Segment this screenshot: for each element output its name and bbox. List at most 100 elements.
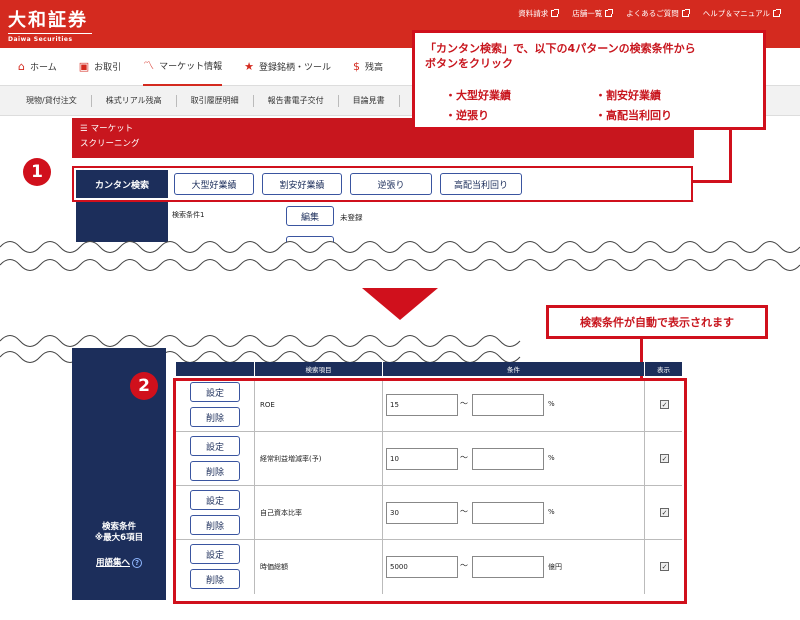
home-icon: ⌂: [18, 60, 25, 73]
easy-search-row: カンタン検索 大型好業績 割安好業績 逆張り 高配当利回り: [72, 166, 694, 202]
delete-button[interactable]: 削除: [190, 461, 240, 481]
toplink-faq[interactable]: よくあるご質問: [626, 8, 690, 19]
callout-item: ・大型好業績: [445, 89, 511, 102]
set-button[interactable]: 設定: [190, 544, 240, 564]
cell-divider: [254, 486, 255, 540]
callout-item: ・高配当利回り: [595, 109, 672, 122]
header-cell: [176, 362, 254, 376]
nav-registered[interactable]: ★ 登録銘柄・ツール: [244, 48, 331, 86]
unit-label: %: [548, 508, 555, 516]
callout-list: ・大型好業績 ・割安好業績 ・逆張り ・高配当利回り: [445, 87, 745, 123]
nav-market[interactable]: 〽マーケット情報: [143, 48, 223, 86]
set-button[interactable]: 設定: [190, 436, 240, 456]
min-input[interactable]: 15: [386, 394, 458, 416]
external-link-icon: [605, 9, 614, 17]
toplink-help[interactable]: ヘルプ＆マニュアル: [703, 8, 781, 19]
subnav-history[interactable]: 取引履歴明細: [177, 94, 254, 107]
toplink-label: 資料請求: [518, 9, 549, 18]
logo-sub: Daiwa Securities: [8, 33, 92, 43]
preset-high-dividend-button[interactable]: 高配当利回り: [440, 173, 522, 195]
status-text: 未登録: [340, 213, 363, 222]
unit-label: 億円: [548, 563, 562, 571]
help-icon[interactable]: ?: [132, 558, 142, 568]
callout-connector: [693, 180, 732, 183]
step-badge-1: 1: [23, 158, 51, 186]
preset-undervalued-button[interactable]: 割安好業績: [262, 173, 342, 195]
top-links: 資料請求 店舗一覧 よくあるご質問 ヘルプ＆マニュアル: [518, 8, 781, 19]
header-cell: 条件: [382, 362, 644, 376]
edit-button[interactable]: 編集: [286, 206, 334, 226]
step-badge-2: 2: [130, 372, 158, 400]
range-tilde: 〜: [460, 453, 468, 462]
breadcrumb: マーケット: [90, 124, 134, 134]
max-input[interactable]: [472, 556, 544, 578]
max-input[interactable]: [472, 394, 544, 416]
preset-large-cap-button[interactable]: 大型好業績: [174, 173, 254, 195]
delete-button[interactable]: 削除: [190, 515, 240, 535]
subnav-prospectus[interactable]: 目論見書: [339, 94, 400, 107]
down-arrow-icon: [362, 288, 438, 320]
table-header: 検索項目 条件 表示: [176, 362, 682, 376]
daiwa-logo[interactable]: 大和証券 Daiwa Securities: [8, 6, 92, 43]
set-button[interactable]: 設定: [190, 382, 240, 402]
search-item-label: 自己資本比率: [260, 509, 302, 517]
table-row: 設定 削除 自己資本比率 30 〜 % ✓: [176, 486, 682, 540]
display-checkbox[interactable]: ✓: [660, 562, 669, 571]
max-input[interactable]: [472, 502, 544, 524]
nav-label: ホーム: [29, 63, 57, 73]
conditions-sidebar-label: 検索条件 ※最大6項目: [72, 522, 166, 544]
display-checkbox[interactable]: ✓: [660, 454, 669, 463]
subnav-report[interactable]: 報告書電子交付: [254, 94, 339, 107]
star-icon: ★: [244, 60, 255, 73]
cell-divider: [382, 540, 383, 594]
preset-contrarian-button[interactable]: 逆張り: [350, 173, 432, 195]
cut-wave-top-2: [0, 259, 800, 271]
cell-divider: [382, 378, 383, 432]
nav-trade[interactable]: ▣ お取引: [79, 48, 121, 86]
table-row: 設定 削除 ROE 15 〜 % ✓: [176, 378, 682, 432]
cell-divider: [382, 432, 383, 486]
subnav-order[interactable]: 現物/貸付注文: [16, 94, 92, 107]
min-input[interactable]: 5000: [386, 556, 458, 578]
search-item-label: ROE: [260, 401, 275, 409]
min-input[interactable]: 10: [386, 448, 458, 470]
set-button[interactable]: 設定: [190, 490, 240, 510]
glossary-link[interactable]: 用語集へ?: [72, 556, 166, 568]
callout-instructions: 「カンタン検索」で、以下の4パターンの検索条件から ボタンをクリック ・大型好業…: [412, 30, 766, 130]
search-item-label: 時価総額: [260, 563, 288, 571]
callout-title-line2: ボタンをクリック: [425, 57, 513, 70]
menu-icon[interactable]: ☰: [80, 122, 88, 137]
toplink-request[interactable]: 資料請求: [518, 8, 560, 19]
external-link-icon: [551, 9, 560, 17]
display-checkbox[interactable]: ✓: [660, 400, 669, 409]
header-cell: 検索項目: [254, 362, 382, 376]
nav-label: お取引: [94, 63, 122, 73]
delete-button[interactable]: 削除: [190, 407, 240, 427]
logo-main: 大和証券: [8, 10, 88, 31]
callout-item: ・逆張り: [445, 109, 489, 122]
delete-button[interactable]: 削除: [190, 569, 240, 589]
callout-item: ・割安好業績: [595, 89, 661, 102]
subnav-realtime[interactable]: 株式リアル残高: [92, 94, 177, 107]
range-tilde: 〜: [460, 507, 468, 516]
search-item-label: 経常利益増減率(予): [260, 455, 322, 463]
cell-divider: [382, 486, 383, 540]
min-input[interactable]: 30: [386, 502, 458, 524]
nav-home[interactable]: ⌂ ホーム: [18, 48, 57, 86]
condition-label: 検索条件1: [172, 211, 205, 219]
cell-divider: [254, 432, 255, 486]
external-link-icon: [681, 9, 690, 17]
display-checkbox[interactable]: ✓: [660, 508, 669, 517]
toplink-stores[interactable]: 店舗一覧: [572, 8, 614, 19]
unit-label: %: [548, 400, 555, 408]
range-tilde: 〜: [460, 561, 468, 570]
page-title: スクリーニング: [80, 139, 140, 149]
max-input[interactable]: [472, 448, 544, 470]
cell-divider: [644, 378, 645, 432]
nav-balance[interactable]: $ 残高: [353, 48, 383, 86]
header-cell: 表示: [644, 362, 682, 376]
cell-divider: [254, 540, 255, 594]
market-icon: 〽: [143, 59, 155, 72]
sidebar-label-line1: 検索条件: [101, 522, 136, 532]
nav-label: 残高: [365, 63, 384, 73]
